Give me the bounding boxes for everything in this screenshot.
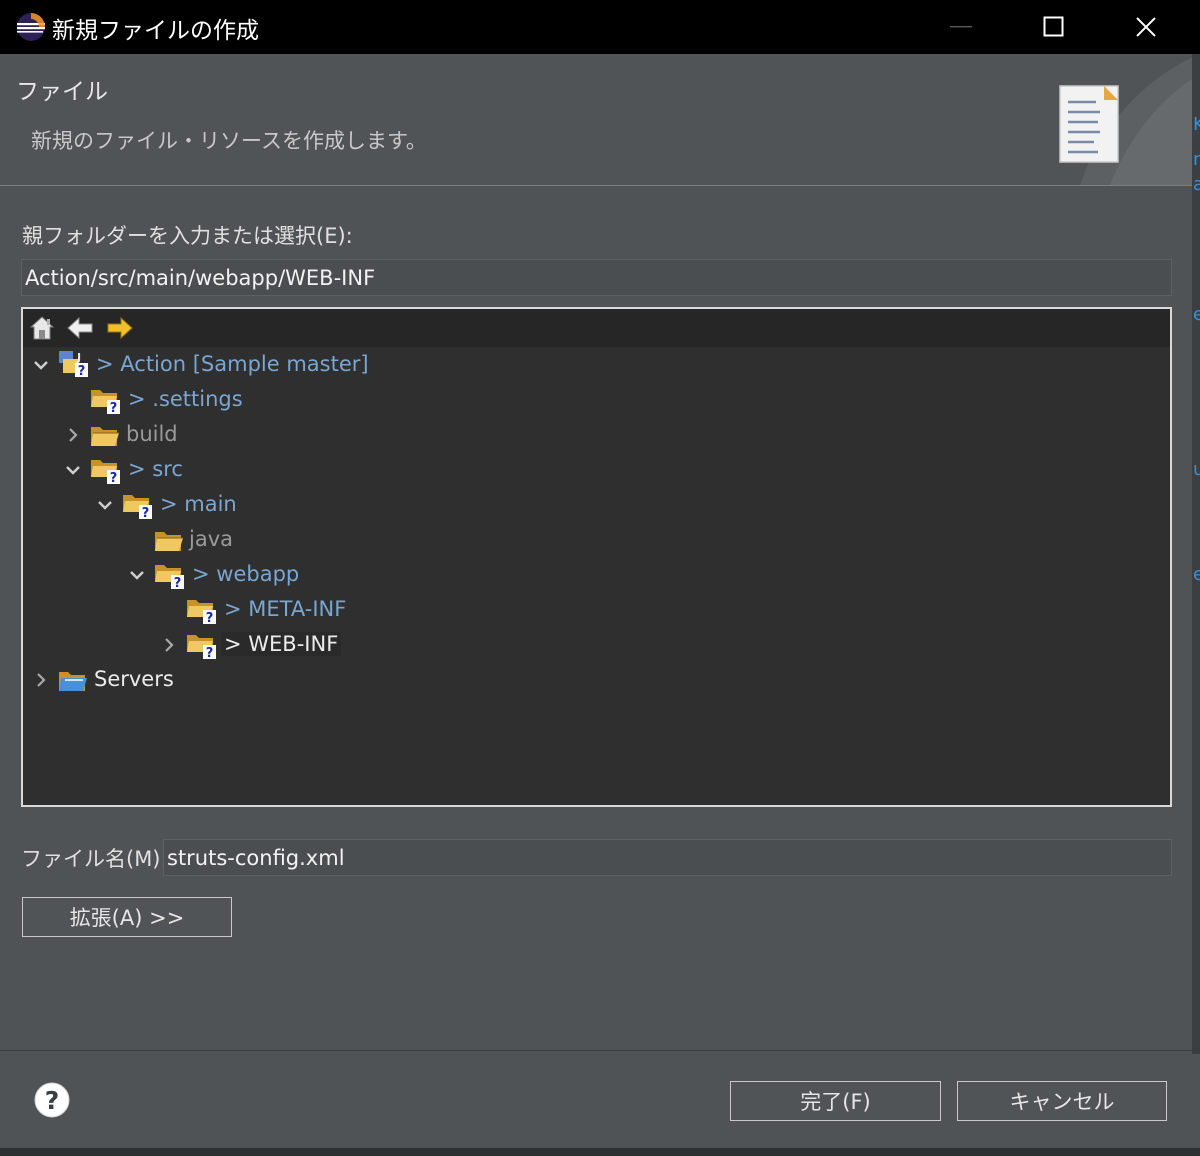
forward-button[interactable] xyxy=(105,314,135,342)
back-arrow-icon xyxy=(67,316,93,340)
chevron-down-icon[interactable] xyxy=(97,497,113,513)
folder-tree[interactable]: J ? > Action [Sample master] > .settings… xyxy=(21,307,1172,807)
tree-item-label: build xyxy=(126,422,178,446)
chevron-right-icon[interactable] xyxy=(65,427,81,443)
tree-item-label: > Action [Sample master] xyxy=(96,352,369,376)
help-icon[interactable]: ? xyxy=(33,1081,71,1119)
tree-item-webapp[interactable]: > webapp xyxy=(23,559,723,591)
folder-unknown-icon xyxy=(185,596,217,624)
tree-item-settings[interactable]: > .settings xyxy=(23,384,723,416)
advanced-button[interactable]: 拡張(A) >> xyxy=(22,897,232,937)
tree-item-label: > .settings xyxy=(128,387,243,411)
window-bottom-edge xyxy=(0,1148,1200,1156)
new-file-wizard-icon xyxy=(1059,54,1200,185)
tree-item-main[interactable]: > main xyxy=(23,489,723,521)
maximize-button[interactable] xyxy=(1008,0,1100,54)
maximize-icon xyxy=(1043,16,1064,37)
home-icon xyxy=(29,316,55,340)
chevron-down-icon[interactable] xyxy=(129,567,145,583)
svg-text:?: ? xyxy=(78,364,86,377)
footer-separator xyxy=(0,1050,1200,1051)
tree-item-action[interactable]: J ? > Action [Sample master] xyxy=(23,349,723,381)
tree-item-servers[interactable]: Servers xyxy=(23,664,723,696)
forward-arrow-icon xyxy=(107,316,133,340)
page-title: ファイル xyxy=(16,79,108,105)
folder-icon xyxy=(89,421,121,449)
tree-item-label: > WEB-INF xyxy=(221,632,342,656)
tree-item-meta-inf[interactable]: > META-INF xyxy=(23,594,723,626)
tree-item-build[interactable]: build xyxy=(23,419,723,451)
svg-text:?: ? xyxy=(45,1086,60,1115)
eclipse-icon xyxy=(17,13,45,41)
chevron-down-icon[interactable] xyxy=(33,357,49,373)
folder-open-blue-icon xyxy=(59,672,87,691)
chevron-right-icon[interactable] xyxy=(33,672,49,688)
chevron-right-icon[interactable] xyxy=(161,637,177,653)
file-name-input[interactable] xyxy=(163,839,1172,876)
page-description: 新規のファイル・リソースを作成します。 xyxy=(31,129,427,153)
folder-unknown-icon xyxy=(89,386,121,414)
back-button[interactable] xyxy=(65,314,95,342)
file-name-label: ファイル名(M): xyxy=(21,847,168,871)
tree-item-web-inf[interactable]: > WEB-INF xyxy=(23,629,723,661)
wizard-header: ファイル 新規のファイル・リソースを作成します。 xyxy=(0,54,1200,185)
background-window-edge: K n a e u e xyxy=(1192,54,1200,1054)
minimize-button[interactable] xyxy=(916,0,1008,54)
parent-folder-input[interactable] xyxy=(21,259,1172,296)
home-button[interactable] xyxy=(27,314,57,342)
tree-item-label: java xyxy=(189,527,233,551)
folder-icon xyxy=(153,526,185,554)
folder-unknown-icon xyxy=(121,491,153,519)
folder-unknown-icon xyxy=(185,631,217,659)
parent-folder-label: 親フォルダーを入力または選択(E): xyxy=(22,224,353,248)
chevron-down-icon[interactable] xyxy=(65,462,81,478)
header-separator xyxy=(0,185,1200,186)
close-icon xyxy=(1136,17,1156,37)
project-icon: J ? xyxy=(59,351,88,377)
tree-item-label: > src xyxy=(128,457,183,481)
window-title: 新規ファイルの作成 xyxy=(52,18,259,44)
tree-toolbar xyxy=(23,309,1170,347)
folder-unknown-icon xyxy=(89,456,121,484)
minimize-icon xyxy=(950,26,972,28)
tree-item-src[interactable]: > src xyxy=(23,454,723,486)
tree-item-label: Servers xyxy=(94,667,174,691)
tree-item-java[interactable]: java xyxy=(23,524,723,556)
tree-item-label: > main xyxy=(160,492,237,516)
finish-button[interactable]: 完了(F) xyxy=(730,1081,941,1121)
title-bar: 新規ファイルの作成 xyxy=(0,0,1200,54)
tree-item-label: > webapp xyxy=(192,562,300,586)
svg-text:J: J xyxy=(76,351,81,364)
folder-unknown-icon xyxy=(153,561,185,589)
cancel-button[interactable]: キャンセル xyxy=(957,1081,1167,1121)
tree-item-label: > META-INF xyxy=(224,597,347,621)
close-button[interactable] xyxy=(1100,0,1192,54)
